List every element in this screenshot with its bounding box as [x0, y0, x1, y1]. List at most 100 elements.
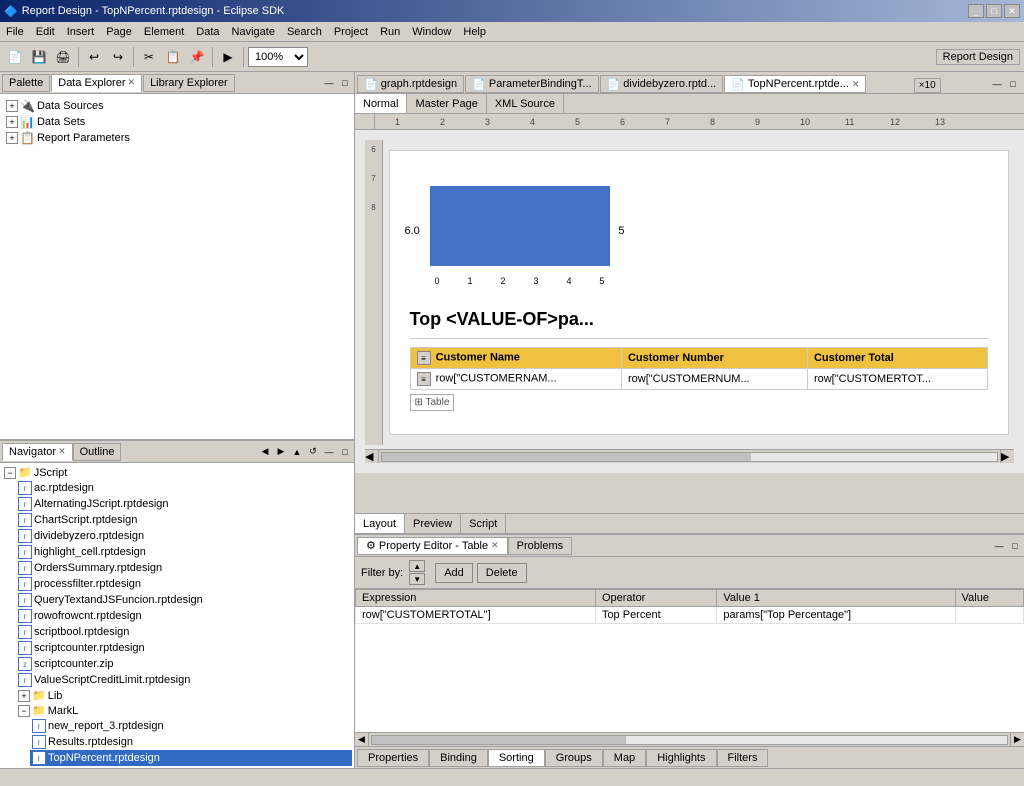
prop-scroll-track[interactable]: [371, 735, 1008, 745]
bottom-tab-property-editor[interactable]: ⚙ Property Editor - Table ✕: [357, 537, 508, 555]
data-explorer-close[interactable]: ✕: [128, 77, 136, 88]
prop-row-1[interactable]: row["CUSTOMERTOTAL"] Top Percent params[…: [356, 607, 1024, 624]
property-editor-close[interactable]: ✕: [491, 540, 499, 551]
nav-file-chartscript[interactable]: rChartScript.rptdesign: [16, 512, 352, 528]
prop-h-scroll[interactable]: ◀ ▶: [355, 732, 1024, 746]
nav-up-button[interactable]: ▲: [290, 445, 304, 459]
undo-button[interactable]: ↩: [83, 46, 105, 68]
expand-markl[interactable]: −: [18, 705, 30, 717]
menu-element[interactable]: Element: [138, 24, 190, 40]
view-tab-normal[interactable]: Normal: [355, 94, 407, 113]
menu-project[interactable]: Project: [328, 24, 374, 40]
nav-refresh-button[interactable]: ↺: [306, 445, 320, 459]
h-scroll-track[interactable]: [381, 452, 998, 462]
menu-help[interactable]: Help: [457, 24, 492, 40]
doc-tab-topn-close[interactable]: ✕: [852, 79, 860, 90]
h-scroll-bar-canvas[interactable]: ◀ ▶: [365, 449, 1014, 463]
doc-tab-graph[interactable]: 📄 graph.rptdesign: [357, 75, 464, 93]
bottom-minimize-button[interactable]: —: [992, 539, 1006, 553]
navigator-close[interactable]: ✕: [58, 446, 66, 457]
expand-jscript[interactable]: −: [4, 467, 16, 479]
tab-library-explorer[interactable]: Library Explorer: [143, 74, 235, 92]
toolbar-tab-highlights[interactable]: Highlights: [646, 749, 716, 767]
menu-run[interactable]: Run: [374, 24, 406, 40]
menu-file[interactable]: File: [0, 24, 30, 40]
canvas-scroll[interactable]: 1 2 3 4 5 6 7 8 9 10 11 12 13: [355, 114, 1024, 513]
layout-tab-script[interactable]: Script: [461, 514, 506, 533]
tab-navigator[interactable]: Navigator ✕: [2, 443, 73, 461]
view-tab-xml[interactable]: XML Source: [487, 94, 564, 113]
tab-outline[interactable]: Outline: [73, 443, 122, 461]
nav-minimize-button[interactable]: —: [322, 445, 336, 459]
nav-maximize-button[interactable]: □: [338, 445, 352, 459]
nav-file-ac[interactable]: rac.rptdesign: [16, 480, 352, 496]
filter-down-button[interactable]: ▼: [409, 573, 425, 585]
menu-data[interactable]: Data: [190, 24, 225, 40]
nav-file-highlight[interactable]: rhighlight_cell.rptdesign: [16, 544, 352, 560]
paste-button[interactable]: 📌: [186, 46, 208, 68]
toolbar-tab-map[interactable]: Map: [603, 749, 646, 767]
zoom-select[interactable]: 100% 75% 150%: [248, 47, 308, 67]
prop-scroll-right[interactable]: ▶: [1010, 733, 1024, 746]
nav-file-scriptcounter[interactable]: rscriptcounter.rptdesign: [16, 640, 352, 656]
expand-lib[interactable]: +: [18, 690, 30, 702]
nav-markl-folder[interactable]: − 📁 MarkL: [16, 703, 352, 718]
tab-data-explorer[interactable]: Data Explorer ✕: [51, 74, 142, 92]
nav-back-button[interactable]: ◀: [258, 445, 272, 459]
menu-search[interactable]: Search: [281, 24, 328, 40]
expand-data-sets[interactable]: +: [6, 116, 18, 128]
add-filter-button[interactable]: Add: [435, 563, 473, 583]
nav-file-query[interactable]: rQueryTextandJSFuncion.rptdesign: [16, 592, 352, 608]
toolbar-tab-sorting[interactable]: Sorting: [488, 749, 545, 767]
layout-tab-layout[interactable]: Layout: [355, 514, 405, 533]
tree-data-sources[interactable]: + 🔌 Data Sources: [4, 98, 350, 114]
prop-scroll-left[interactable]: ◀: [355, 733, 369, 746]
doc-tab-dividebyzero[interactable]: 📄 dividebyzero.rptd...: [600, 75, 724, 93]
tab-palette[interactable]: Palette: [2, 74, 50, 92]
bottom-tab-problems[interactable]: Problems: [508, 537, 572, 555]
tree-report-parameters[interactable]: + 📋 Report Parameters: [4, 130, 350, 146]
expand-data-sources[interactable]: +: [6, 100, 18, 112]
print-button[interactable]: 🖨: [52, 46, 74, 68]
nav-new-report[interactable]: rnew_report_3.rptdesign: [30, 718, 352, 734]
nav-file-dividebyzero[interactable]: rdividebyzero.rptdesign: [16, 528, 352, 544]
nav-file-valuescript[interactable]: rValueScriptCreditLimit.rptdesign: [16, 672, 352, 688]
copy-button[interactable]: 📋: [162, 46, 184, 68]
redo-button[interactable]: ↪: [107, 46, 129, 68]
panel-minimize-button[interactable]: —: [322, 76, 336, 90]
new-button[interactable]: 📄: [4, 46, 26, 68]
nav-results[interactable]: rResults.rptdesign: [30, 734, 352, 750]
delete-filter-button[interactable]: Delete: [477, 563, 527, 583]
panel-maximize-button[interactable]: □: [338, 76, 352, 90]
doc-tab-parameter-binding[interactable]: 📄 ParameterBindingT...: [465, 75, 598, 93]
nav-file-scriptbool[interactable]: rscriptbool.rptdesign: [16, 624, 352, 640]
nav-file-orders[interactable]: rOrdersSummary.rptdesign: [16, 560, 352, 576]
nav-file-process[interactable]: rprocessfilter.rptdesign: [16, 576, 352, 592]
nav-jscript-root[interactable]: − 📁 JScript: [2, 465, 352, 480]
expand-report-params[interactable]: +: [6, 132, 18, 144]
doc-tab-topn[interactable]: 📄 TopNPercent.rptde... ✕: [724, 75, 866, 93]
toolbar-tab-groups[interactable]: Groups: [545, 749, 603, 767]
nav-file-scriptcounterzip[interactable]: zscriptcounter.zip: [16, 656, 352, 672]
menu-window[interactable]: Window: [406, 24, 457, 40]
nav-forward-button[interactable]: ▶: [274, 445, 288, 459]
doc-tab-maximize[interactable]: □: [1006, 77, 1020, 91]
toolbar-tab-binding[interactable]: Binding: [429, 749, 488, 767]
save-button[interactable]: 💾: [28, 46, 50, 68]
toolbar-tab-properties[interactable]: Properties: [357, 749, 429, 767]
tree-data-sets[interactable]: + 📊 Data Sets: [4, 114, 350, 130]
toolbar-tab-filters[interactable]: Filters: [717, 749, 769, 767]
run-button[interactable]: ▶: [217, 46, 239, 68]
nav-topnpercent[interactable]: rTopNPercent.rptdesign: [30, 750, 352, 766]
minimize-button[interactable]: _: [968, 4, 984, 18]
menu-page[interactable]: Page: [100, 24, 138, 40]
menu-insert[interactable]: Insert: [61, 24, 101, 40]
tab-overflow[interactable]: ×10: [914, 78, 941, 93]
bottom-maximize-button[interactable]: □: [1008, 539, 1022, 553]
filter-up-button[interactable]: ▲: [409, 560, 425, 572]
nav-file-alternating[interactable]: rAlternatingJScript.rptdesign: [16, 496, 352, 512]
nav-lib-folder[interactable]: + 📁 Lib: [16, 688, 352, 703]
nav-file-rowofrow[interactable]: rrowofrowcnt.rptdesign: [16, 608, 352, 624]
close-button[interactable]: ✕: [1004, 4, 1020, 18]
menu-edit[interactable]: Edit: [30, 24, 61, 40]
